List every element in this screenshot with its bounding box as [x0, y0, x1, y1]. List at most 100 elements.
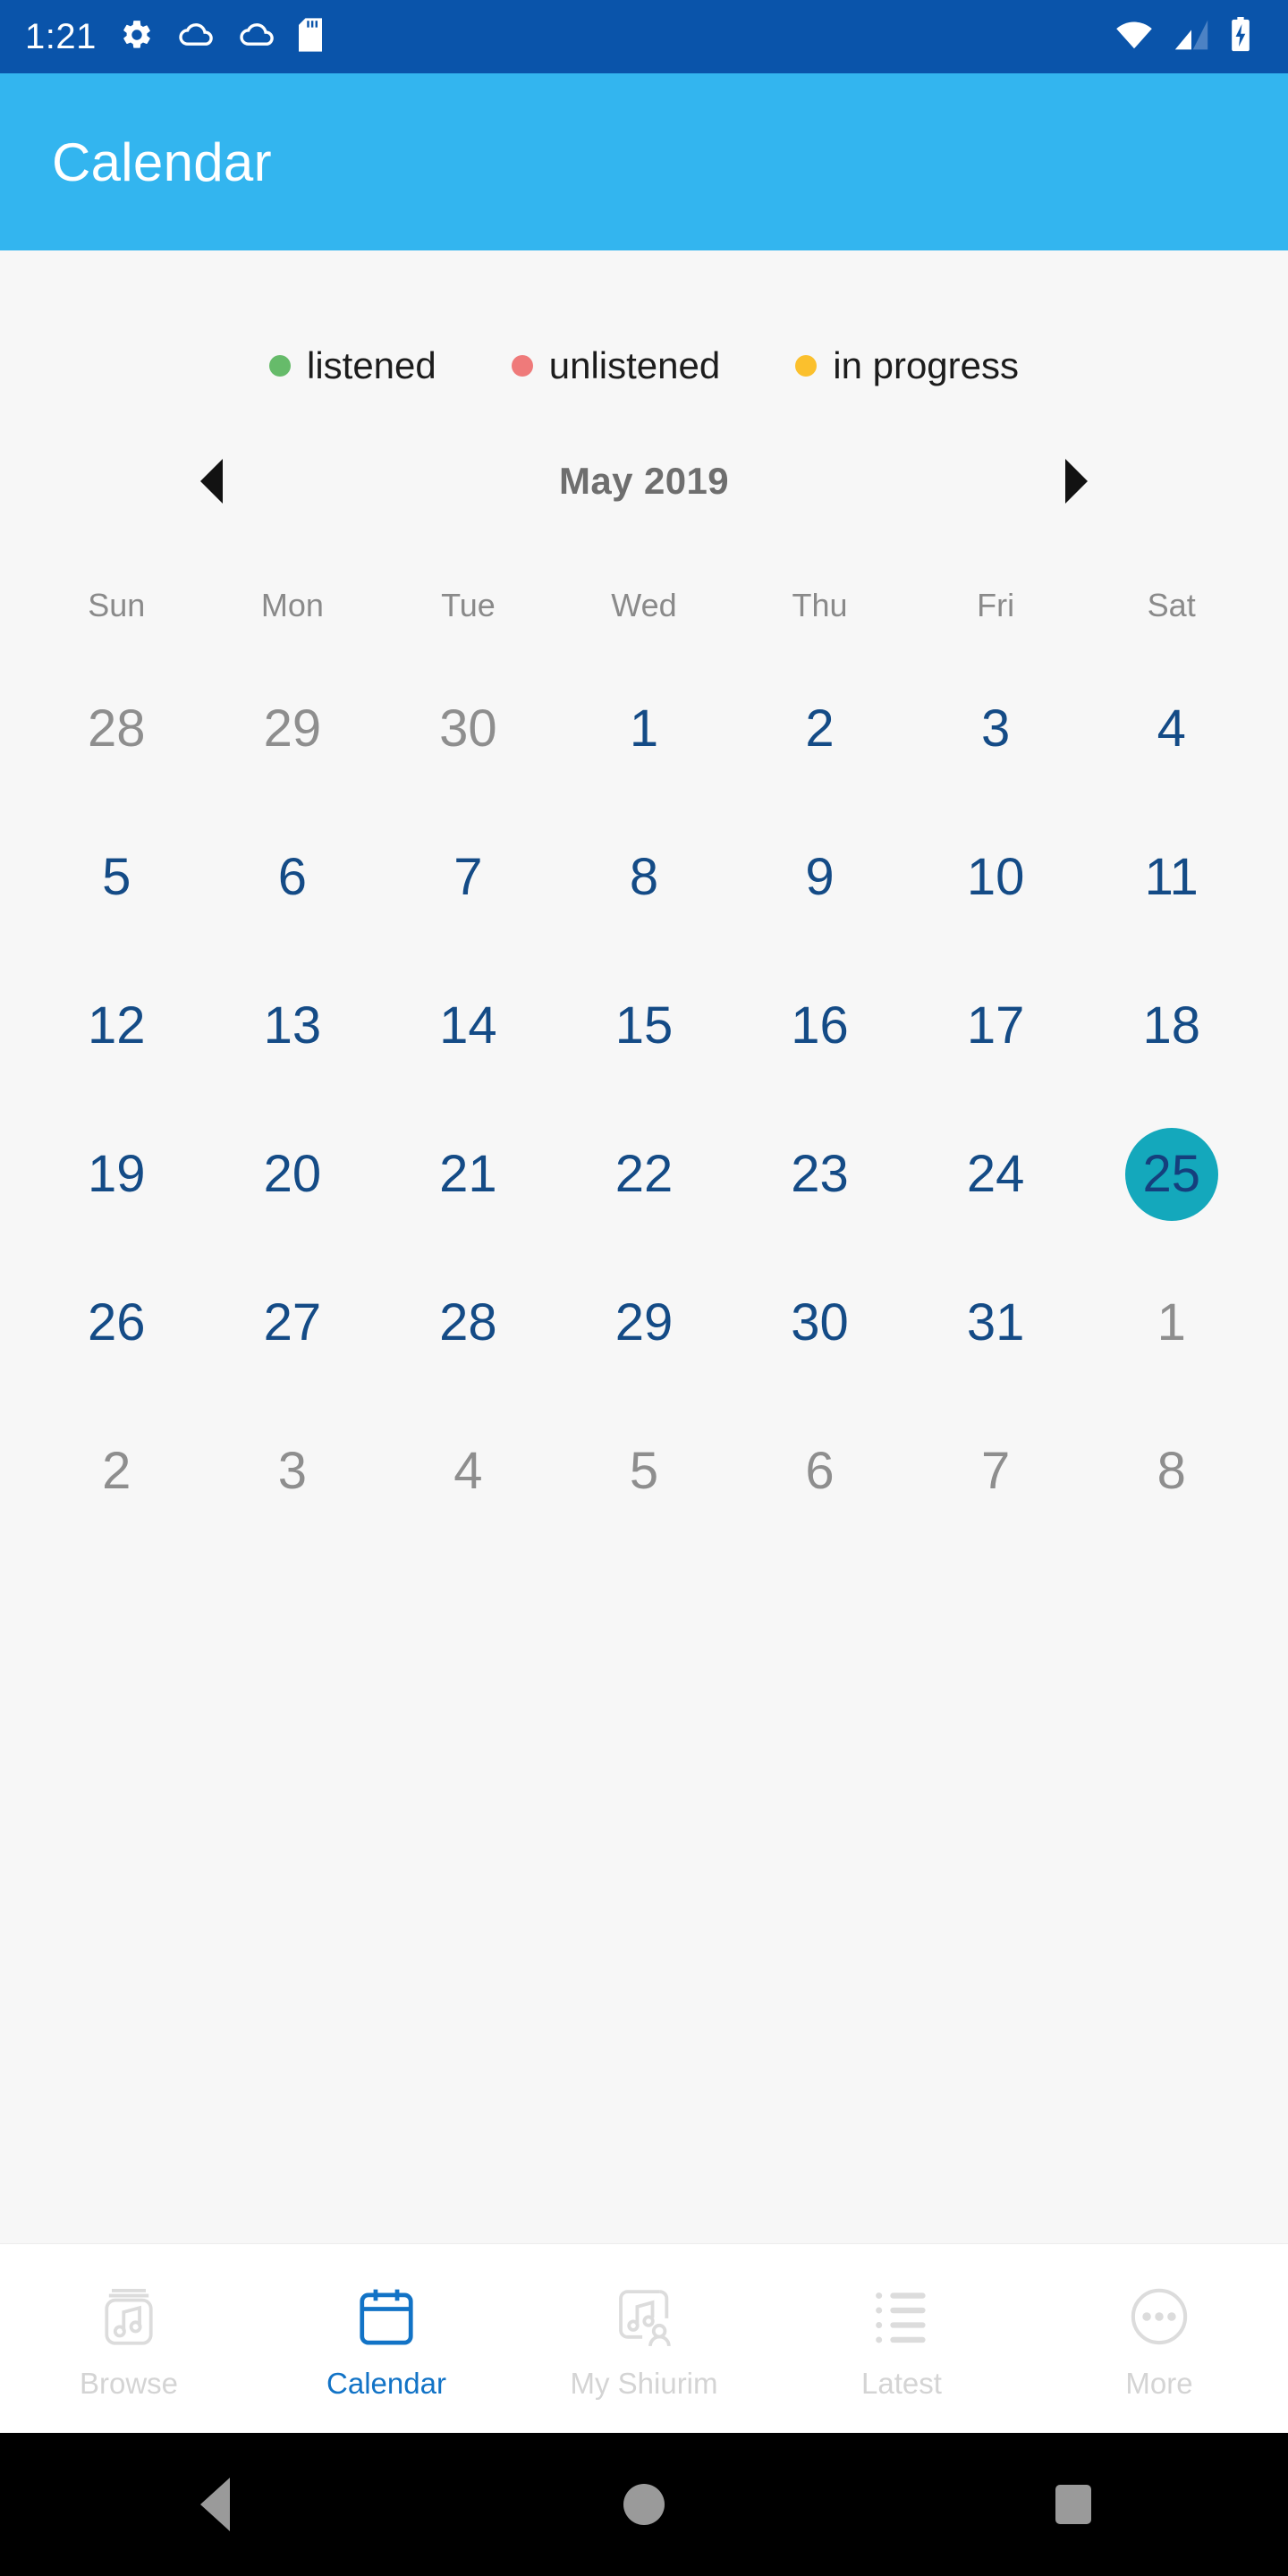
calendar-day-cell[interactable]: 7: [380, 803, 556, 952]
calendar-day-cell[interactable]: 13: [205, 952, 381, 1100]
calendar-day-number: 30: [439, 699, 497, 758]
calendar-day-number: 9: [805, 848, 835, 906]
calendar-day-number: 1: [1157, 1293, 1186, 1352]
calendar-day-cell[interactable]: 22: [556, 1100, 733, 1249]
weekday-header-row: Sun Mon Tue Wed Thu Fri Sat: [0, 587, 1288, 624]
android-navigation-bar: [0, 2433, 1288, 2576]
calendar-day-cell[interactable]: 31: [908, 1249, 1084, 1397]
calendar-day-cell[interactable]: 5: [29, 803, 205, 952]
wifi-icon: [1114, 19, 1154, 55]
calendar-day-cell[interactable]: 28: [380, 1249, 556, 1397]
calendar-day-cell[interactable]: 29: [205, 655, 381, 803]
previous-month-button[interactable]: [179, 449, 243, 513]
calendar-day-cell[interactable]: 27: [205, 1249, 381, 1397]
tab-browse[interactable]: Browse: [0, 2244, 258, 2433]
calendar-day-cell[interactable]: 8: [1083, 1397, 1259, 1546]
calendar-day-cell[interactable]: 24: [908, 1100, 1084, 1249]
calendar-day-cell[interactable]: 6: [205, 803, 381, 952]
calendar-day-number: 29: [263, 699, 322, 758]
tab-my-shiurim[interactable]: My Shiurim: [515, 2244, 773, 2433]
legend-label-listened: listened: [306, 344, 436, 386]
calendar-day-cell[interactable]: 25: [1083, 1100, 1259, 1249]
calendar-day-cell[interactable]: 30: [380, 655, 556, 803]
cloud-icon: [177, 20, 215, 55]
calendar-day-number: 23: [791, 1145, 849, 1203]
cloud-icon: [238, 20, 275, 55]
calendar-day-cell[interactable]: 26: [29, 1249, 205, 1397]
month-year-label: May 2019: [558, 460, 729, 502]
weekday-mon: Mon: [260, 587, 324, 623]
calendar-day-cell[interactable]: 5: [556, 1397, 733, 1546]
list-icon: [864, 2279, 939, 2354]
calendar-day-cell[interactable]: 20: [205, 1100, 381, 1249]
calendar-day-number: 28: [88, 699, 146, 758]
calendar-day-cell[interactable]: 28: [29, 655, 205, 803]
calendar-day-number: 6: [277, 848, 307, 906]
battery-charging-icon: [1229, 16, 1252, 57]
calendar-day-number: 30: [791, 1293, 849, 1352]
calendar-day-cell[interactable]: 15: [556, 952, 733, 1100]
calendar-day-cell[interactable]: 10: [908, 803, 1084, 952]
calendar-day-number: 6: [805, 1442, 835, 1500]
calendar-day-number: 5: [102, 848, 131, 906]
calendar-day-number: 20: [263, 1145, 322, 1203]
calendar-day-cell[interactable]: 3: [908, 655, 1084, 803]
calendar-icon: [349, 2279, 424, 2354]
legend-item-in-progress: in progress: [795, 347, 1019, 385]
calendar-day-cell[interactable]: 9: [732, 803, 908, 952]
weekday-sun: Sun: [88, 587, 146, 623]
calendar-day-cell[interactable]: 1: [556, 655, 733, 803]
calendar-day-cell[interactable]: 2: [29, 1397, 205, 1546]
calendar-day-cell[interactable]: 11: [1083, 803, 1259, 952]
tab-calendar[interactable]: Calendar: [258, 2244, 515, 2433]
app-bar: Calendar: [0, 73, 1288, 250]
calendar-day-cell[interactable]: 18: [1083, 952, 1259, 1100]
calendar-day-cell[interactable]: 17: [908, 952, 1084, 1100]
status-legend: listened unlistened in progress: [0, 250, 1288, 394]
calendar-day-number: 13: [263, 996, 322, 1055]
tab-more[interactable]: More: [1030, 2244, 1288, 2433]
status-bar-right: [1114, 16, 1263, 57]
legend-dot-unlistened: [511, 355, 533, 377]
calendar-day-cell[interactable]: 23: [732, 1100, 908, 1249]
calendar-day-cell[interactable]: 12: [29, 952, 205, 1100]
calendar-day-number: 15: [614, 996, 674, 1055]
android-back-button[interactable]: [161, 2451, 268, 2558]
calendar-day-cell[interactable]: 4: [1083, 655, 1259, 803]
calendar-day-cell[interactable]: 29: [556, 1249, 733, 1397]
android-recents-button[interactable]: [1020, 2451, 1127, 2558]
status-bar-left: 1:21: [25, 17, 322, 56]
home-circle-icon: [623, 2484, 665, 2525]
month-navigation: May 2019: [0, 394, 1288, 513]
calendar-day-cell[interactable]: 14: [380, 952, 556, 1100]
page-title: Calendar: [52, 131, 272, 192]
legend-label-in-progress: in progress: [833, 344, 1019, 386]
calendar-day-cell[interactable]: 30: [732, 1249, 908, 1397]
app-root: 1:21 Calendar listened unlistened in pro…: [0, 0, 1288, 2576]
bottom-navigation: Browse Calendar My Shiurim Latest More: [0, 2243, 1288, 2433]
weekday-wed: Wed: [611, 587, 677, 623]
calendar-day-number: 21: [439, 1145, 497, 1203]
calendar-day-cell[interactable]: 4: [380, 1397, 556, 1546]
next-month-button[interactable]: [1045, 449, 1109, 513]
calendar-day-cell[interactable]: 21: [380, 1100, 556, 1249]
calendar-day-number: 19: [88, 1145, 146, 1203]
android-home-button[interactable]: [590, 2451, 698, 2558]
calendar-day-number: 14: [439, 996, 497, 1055]
calendar-day-cell[interactable]: 1: [1083, 1249, 1259, 1397]
calendar-day-cell[interactable]: 6: [732, 1397, 908, 1546]
calendar-day-number: 10: [966, 848, 1025, 906]
tab-latest[interactable]: Latest: [773, 2244, 1030, 2433]
more-ellipsis-icon: [1122, 2279, 1197, 2354]
calendar-day-cell[interactable]: 7: [908, 1397, 1084, 1546]
calendar-day-cell[interactable]: 16: [732, 952, 908, 1100]
status-clock: 1:21: [25, 17, 97, 56]
calendar-day-cell[interactable]: 19: [29, 1100, 205, 1249]
calendar-day-cell[interactable]: 3: [205, 1397, 381, 1546]
calendar-day-cell[interactable]: 8: [556, 803, 733, 952]
calendar-day-number: 3: [277, 1442, 307, 1500]
calendar-day-number: 18: [1142, 996, 1200, 1055]
calendar-day-cell[interactable]: 2: [732, 655, 908, 803]
cellular-signal-icon: [1174, 18, 1209, 56]
tab-label-browse: Browse: [79, 2367, 179, 2400]
